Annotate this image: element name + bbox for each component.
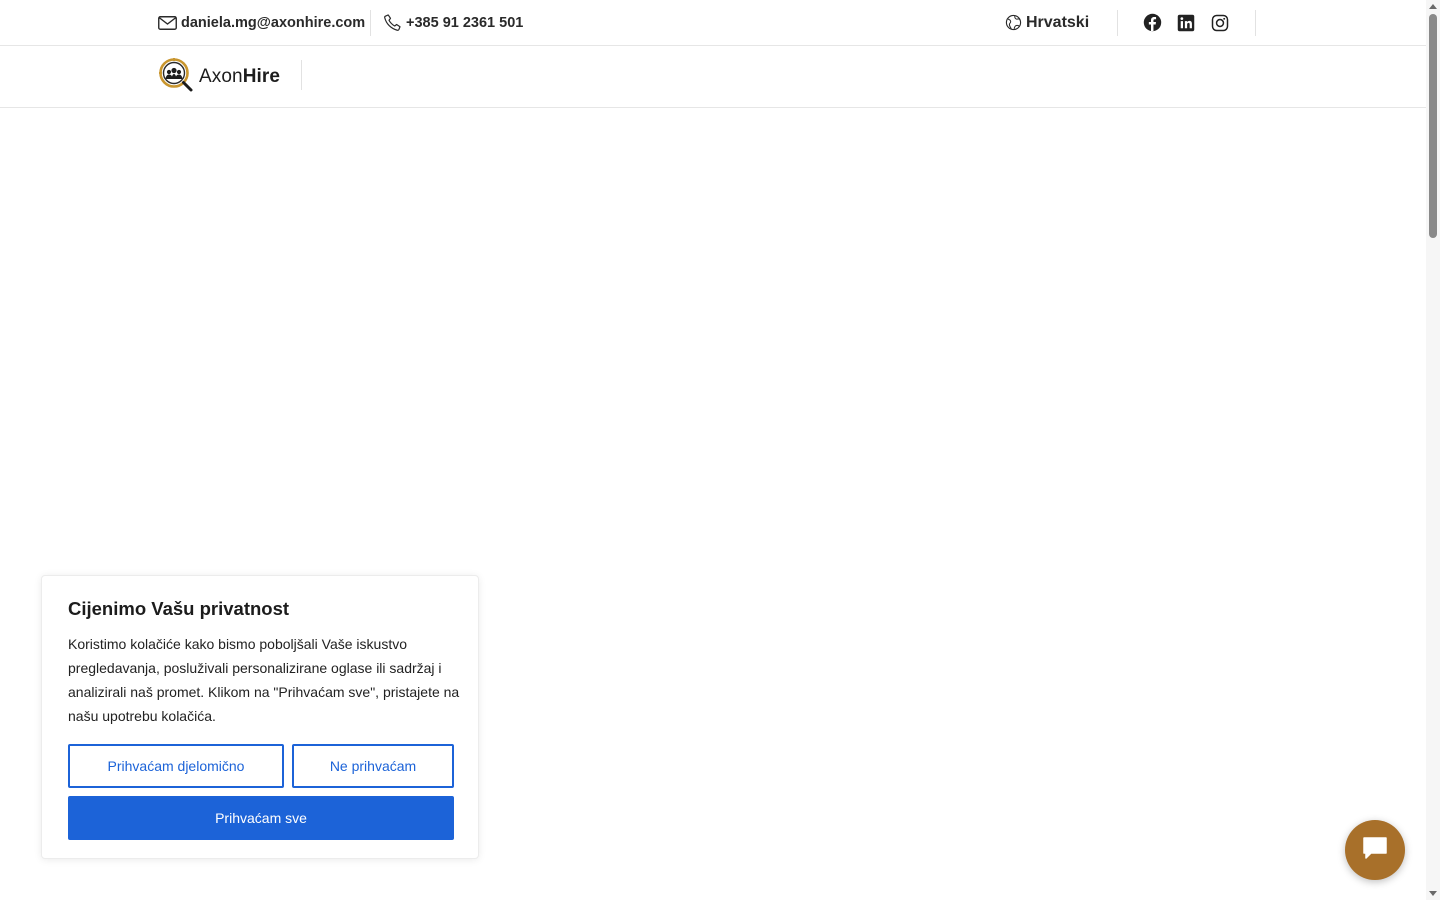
scroll-down-arrow-icon[interactable] bbox=[1429, 891, 1437, 896]
linkedin-link[interactable] bbox=[1176, 0, 1196, 45]
chat-widget-button[interactable] bbox=[1345, 820, 1405, 880]
divider bbox=[370, 10, 371, 36]
phone-text: +385 91 2361 501 bbox=[406, 14, 524, 31]
phone-icon bbox=[382, 13, 402, 33]
divider bbox=[301, 60, 302, 90]
logo-text-part2: Hire bbox=[242, 66, 281, 87]
logo-text: AxonHire bbox=[199, 66, 280, 88]
scrollbar-thumb[interactable] bbox=[1429, 14, 1437, 238]
phone-link[interactable]: +385 91 2361 501 bbox=[382, 0, 523, 45]
mail-icon bbox=[157, 13, 177, 33]
globe-icon bbox=[1003, 13, 1023, 33]
email-text: daniela.mg@axonhire.com bbox=[181, 14, 366, 31]
page: daniela.mg@axonhire.com +385 91 2361 501… bbox=[0, 0, 1440, 900]
linkedin-icon bbox=[1176, 13, 1196, 33]
instagram-link[interactable] bbox=[1210, 0, 1230, 45]
chat-bubble-icon bbox=[1362, 836, 1388, 865]
instagram-icon bbox=[1210, 13, 1230, 33]
logo-text-part1: Axon bbox=[199, 66, 243, 87]
accept-partial-button[interactable]: Prihvaćam djelomično bbox=[68, 744, 284, 788]
magnifier-team-logo-icon bbox=[158, 57, 194, 98]
cookie-title: Cijenimo Vašu privatnost bbox=[68, 598, 290, 619]
cookie-description: Koristimo kolačiće kako bismo poboljšali… bbox=[68, 636, 460, 724]
facebook-icon bbox=[1142, 13, 1162, 33]
language-label: Hrvatski bbox=[1026, 13, 1090, 31]
facebook-link[interactable] bbox=[1142, 0, 1162, 45]
reject-button[interactable]: Ne prihvaćam bbox=[292, 744, 454, 788]
email-link[interactable]: daniela.mg@axonhire.com bbox=[157, 0, 365, 45]
scroll-up-arrow-icon[interactable] bbox=[1429, 4, 1437, 9]
cookie-consent-dialog: Cijenimo Vašu privatnost Koristimo kolač… bbox=[41, 575, 479, 859]
page-scrollbar[interactable] bbox=[1426, 0, 1440, 900]
divider bbox=[1117, 10, 1118, 36]
top-bar: daniela.mg@axonhire.com +385 91 2361 501… bbox=[0, 0, 1426, 46]
site-header: AxonHire bbox=[0, 46, 1426, 108]
site-logo[interactable]: AxonHire bbox=[158, 57, 280, 98]
accept-all-button[interactable]: Prihvaćam sve bbox=[68, 796, 454, 840]
language-selector[interactable]: Hrvatski bbox=[1003, 0, 1089, 45]
divider bbox=[1255, 10, 1256, 36]
